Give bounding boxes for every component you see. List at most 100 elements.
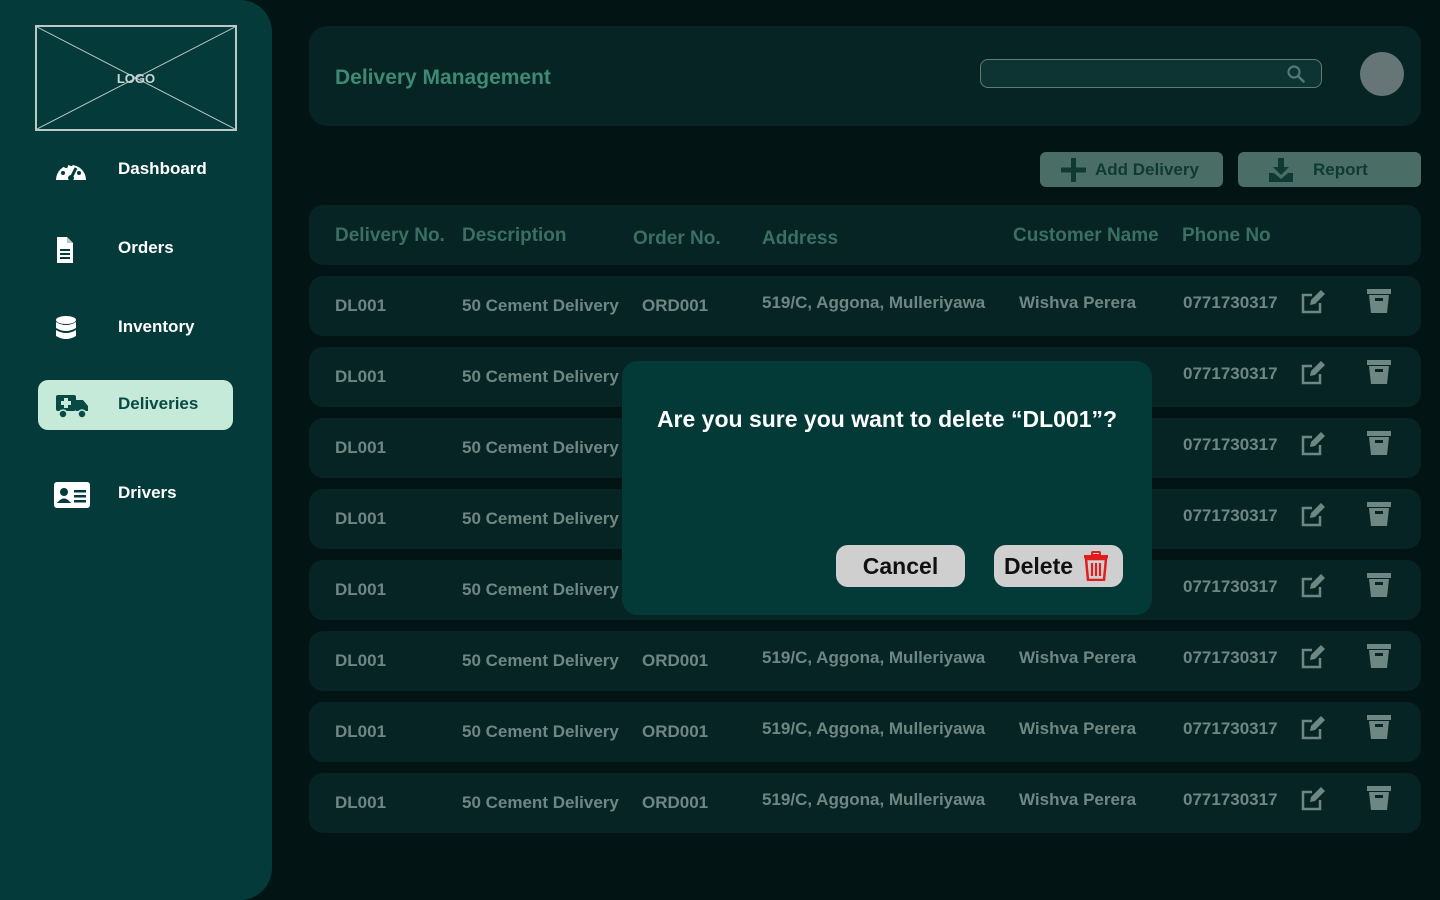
trash-icon[interactable]	[1366, 573, 1392, 597]
table-row[interactable]: DL001 50 Cement Delivery ORD001 519/C, Aggo…	[309, 631, 1421, 691]
plus-icon	[1061, 158, 1087, 182]
cell-address: 519/C, Aggona, Mulleriyawa	[762, 719, 986, 738]
sidebar-item-label: Deliveries	[118, 394, 199, 413]
table-row[interactable]: DL001 50 Cement Delivery ORD001 519/C, Aggo…	[309, 276, 1421, 336]
cell-order-no: ORD001	[642, 651, 709, 670]
page-title: Delivery Management	[335, 66, 551, 89]
database-icon	[54, 316, 88, 342]
cell-customer-name: Wishva Perera	[1019, 648, 1137, 667]
trash-icon[interactable]	[1366, 644, 1392, 668]
logo-placeholder[interactable]: LOGO	[35, 25, 237, 131]
sidebar: LOGO Dashboard Orders Inventory Deliveri…	[0, 0, 272, 900]
trash-icon	[1082, 551, 1110, 582]
cell-address: 519/C, Aggona, Mulleriyawa	[762, 648, 986, 667]
trash-icon[interactable]	[1366, 502, 1392, 526]
trash-icon[interactable]	[1366, 715, 1392, 739]
table-row[interactable]: DL001 50 Cement Delivery ORD001 519/C, Aggo…	[309, 702, 1421, 762]
report-label: Report	[1313, 160, 1368, 179]
trash-icon[interactable]	[1366, 431, 1392, 455]
edit-icon[interactable]	[1300, 502, 1326, 528]
edit-icon[interactable]	[1300, 289, 1326, 315]
document-icon	[54, 237, 88, 263]
search-box[interactable]	[980, 59, 1322, 88]
cell-phone-no: 0771730317	[1183, 435, 1278, 454]
cell-description: 50 Cement Delivery	[462, 651, 619, 670]
cell-order-no: ORD001	[642, 793, 709, 812]
add-delivery-label: Add Delivery	[1095, 160, 1199, 179]
cell-phone-no: 0771730317	[1183, 648, 1278, 667]
sidebar-item-inventory[interactable]: Inventory	[38, 303, 233, 353]
dashboard-gauge-icon	[54, 158, 88, 184]
cancel-button[interactable]: Cancel	[836, 545, 965, 587]
ambulance-truck-icon	[54, 393, 88, 419]
sidebar-item-label: Orders	[118, 238, 174, 257]
sidebar-item-label: Drivers	[118, 483, 177, 502]
column-header-description: Description	[462, 225, 567, 246]
id-card-icon	[54, 482, 90, 508]
cell-phone-no: 0771730317	[1183, 577, 1278, 596]
trash-icon[interactable]	[1366, 786, 1392, 810]
cell-delivery-no: DL001	[335, 367, 387, 386]
cell-phone-no: 0771730317	[1183, 719, 1278, 738]
cell-description: 50 Cement Delivery	[462, 509, 619, 528]
cell-customer-name: Wishva Perera	[1019, 293, 1137, 312]
delete-label: Delete	[1004, 553, 1074, 579]
cell-delivery-no: DL001	[335, 651, 387, 670]
edit-icon[interactable]	[1300, 715, 1326, 741]
edit-icon[interactable]	[1300, 431, 1326, 457]
cell-delivery-no: DL001	[335, 296, 387, 315]
report-button[interactable]: Report	[1238, 152, 1421, 187]
cell-phone-no: 0771730317	[1183, 293, 1278, 312]
search-input[interactable]	[991, 63, 1275, 85]
delete-button[interactable]: Delete	[994, 545, 1123, 587]
cell-address: 519/C, Aggona, Mulleriyawa	[762, 790, 986, 809]
download-icon	[1268, 158, 1294, 182]
trash-icon[interactable]	[1366, 289, 1392, 313]
sidebar-item-orders[interactable]: Orders	[38, 224, 233, 274]
confirm-message: Are you sure you want to delete “DL001”?	[656, 406, 1118, 432]
cell-customer-name: Wishva Perera	[1019, 790, 1137, 809]
cell-description: 50 Cement Delivery	[462, 580, 619, 599]
sidebar-item-label: Dashboard	[118, 159, 207, 178]
cell-phone-no: 0771730317	[1183, 506, 1278, 525]
sidebar-item-label: Inventory	[118, 317, 195, 336]
edit-icon[interactable]	[1300, 573, 1326, 599]
cancel-label: Cancel	[862, 553, 939, 579]
cell-address: 519/C, Aggona, Mulleriyawa	[762, 293, 986, 312]
cell-description: 50 Cement Delivery	[462, 367, 619, 386]
cell-order-no: ORD001	[642, 722, 709, 741]
cell-description: 50 Cement Delivery	[462, 793, 619, 812]
cell-delivery-no: DL001	[335, 509, 387, 528]
sidebar-item-drivers[interactable]: Drivers	[38, 469, 233, 519]
cell-description: 50 Cement Delivery	[462, 722, 619, 741]
column-header-phone-no: Phone No	[1182, 225, 1271, 246]
cell-order-no: ORD001	[642, 296, 709, 315]
column-header-customer-name: Customer Name	[1013, 225, 1159, 246]
edit-icon[interactable]	[1300, 786, 1326, 812]
edit-icon[interactable]	[1300, 360, 1326, 386]
table-header: Delivery No. Description Order No. Addre…	[309, 205, 1421, 265]
cell-delivery-no: DL001	[335, 793, 387, 812]
logo-text: LOGO	[116, 71, 156, 86]
cell-delivery-no: DL001	[335, 580, 387, 599]
cell-delivery-no: DL001	[335, 722, 387, 741]
cell-description: 50 Cement Delivery	[462, 438, 619, 457]
cell-customer-name: Wishva Perera	[1019, 719, 1137, 738]
table-row[interactable]: DL001 50 Cement Delivery ORD001 519/C, Aggo…	[309, 773, 1421, 833]
cell-description: 50 Cement Delivery	[462, 296, 619, 315]
cell-phone-no: 0771730317	[1183, 790, 1278, 809]
edit-icon[interactable]	[1300, 644, 1326, 670]
cell-phone-no: 0771730317	[1183, 364, 1278, 383]
cell-delivery-no: DL001	[335, 438, 387, 457]
avatar[interactable]	[1360, 52, 1404, 96]
sidebar-item-deliveries[interactable]: Deliveries	[38, 380, 233, 430]
add-delivery-button[interactable]: Add Delivery	[1040, 152, 1223, 187]
search-icon[interactable]	[1287, 65, 1305, 83]
column-header-order-no: Order No.	[633, 228, 721, 249]
column-header-address: Address	[762, 228, 839, 249]
column-header-delivery-no: Delivery No.	[335, 225, 445, 246]
trash-icon[interactable]	[1366, 360, 1392, 384]
top-header: Delivery Management	[309, 26, 1421, 126]
sidebar-item-dashboard[interactable]: Dashboard	[38, 145, 233, 195]
delete-confirm-dialog: Are you sure you want to delete “DL001”?…	[622, 361, 1152, 615]
